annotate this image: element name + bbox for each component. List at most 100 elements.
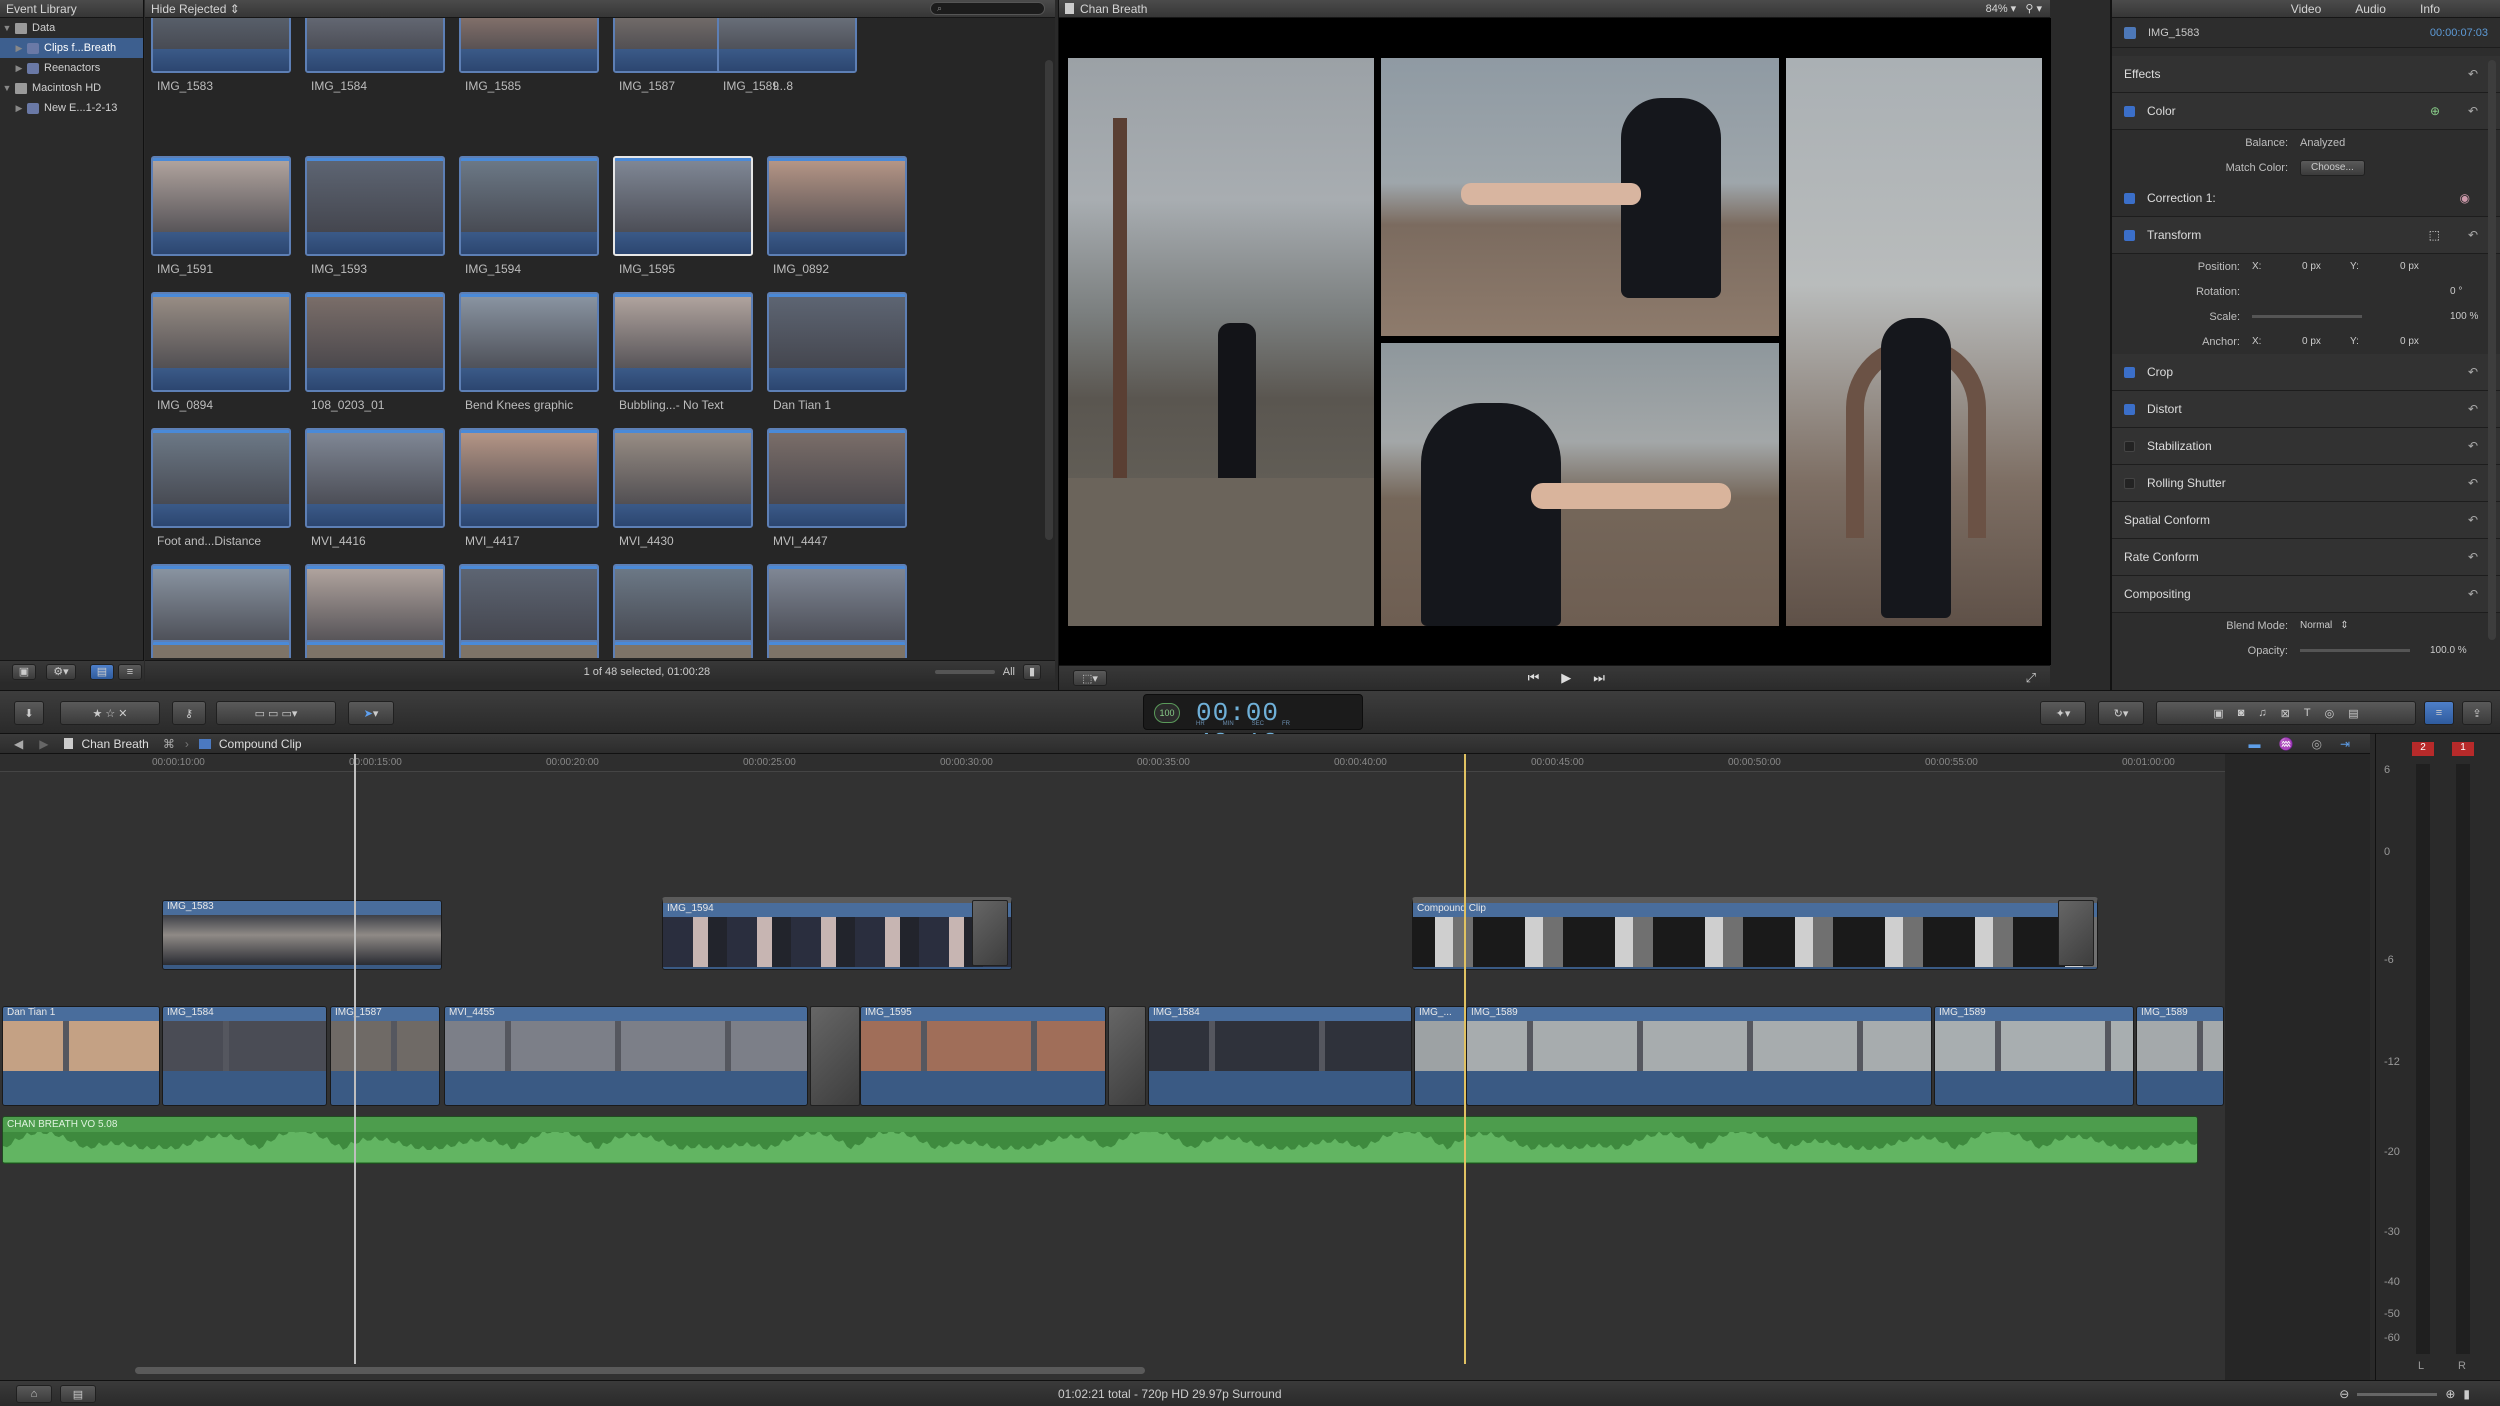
solo-icon[interactable]: ◎	[2311, 737, 2321, 751]
clip-thumbnail[interactable]: IMG_1591	[151, 156, 291, 276]
reset-icon[interactable]: ↶	[2468, 104, 2478, 118]
fullscreen-button[interactable]: ⤢	[2026, 670, 2036, 686]
event-item[interactable]: ▼ Macintosh HD	[0, 78, 143, 98]
timeline-clip[interactable]: IMG_1584	[1148, 1006, 1412, 1106]
clip-thumbnail[interactable]: IMG_1589	[717, 18, 857, 93]
color-wheel-icon[interactable]: ◉	[2460, 191, 2470, 205]
timeline-clip[interactable]: IMG_1589	[2136, 1006, 2224, 1106]
transform-tools-button[interactable]: ⬚▾	[1073, 670, 1107, 686]
keyword-button[interactable]: ⚷	[172, 701, 206, 725]
compositing-section[interactable]: Compositing ↶	[2112, 576, 2500, 613]
playhead[interactable]	[354, 754, 356, 1364]
edit-buttons[interactable]: ▭ ▭ ▭▾	[216, 701, 336, 725]
clip-thumbnail[interactable]: MVI_4430	[613, 428, 753, 548]
color-checkbox[interactable]	[2124, 105, 2135, 117]
select-tool-button[interactable]: ➤ ▾	[348, 701, 394, 725]
transitions-icon[interactable]: ⊠	[2281, 707, 2290, 720]
clip-thumbnail[interactable]: Dan Tian 1	[767, 292, 907, 412]
timeline-scrollbar[interactable]	[135, 1367, 1145, 1374]
timeline-clip[interactable]: IMG_1595	[860, 1006, 1106, 1106]
disclosure-triangle-icon[interactable]: ▼	[2, 23, 12, 33]
transition[interactable]	[1108, 1006, 1146, 1106]
clip-thumbnail[interactable]: 108_0203_01	[305, 292, 445, 412]
clip-thumbnail[interactable]: MVI_4416	[305, 428, 445, 548]
rolling-shutter-section[interactable]: Rolling Shutter ↶	[2112, 465, 2500, 502]
disclosure-triangle-icon[interactable]: ▶	[14, 43, 24, 54]
view-options-icon[interactable]: ⚲	[2025, 3, 2033, 15]
timeline-clip[interactable]: IMG_1587	[330, 1006, 440, 1106]
position-x-field[interactable]: 0 px	[2302, 261, 2350, 272]
search-field[interactable]: ⌕	[930, 2, 1045, 15]
timeline-clip[interactable]: IMG_...	[1414, 1006, 1466, 1106]
stabilization-checkbox[interactable]	[2124, 440, 2135, 452]
inspector-icon[interactable]: ▣	[2213, 707, 2223, 720]
anchor-x-field[interactable]: 0 px	[2302, 336, 2350, 347]
clip-size-slider[interactable]	[934, 669, 995, 674]
import-media-button[interactable]: ⬇	[14, 701, 44, 725]
correction-checkbox[interactable]	[2124, 192, 2135, 204]
event-item[interactable]: ▶ New E...1-2-13	[0, 98, 143, 118]
clip-thumbnail[interactable]: IMG_1583	[151, 18, 291, 93]
titles-icon[interactable]: T	[2304, 707, 2311, 719]
breadcrumb-project[interactable]: Chan Breath	[81, 737, 148, 751]
transition[interactable]	[2058, 900, 2094, 966]
reset-icon[interactable]: ↶	[2468, 513, 2478, 527]
event-item[interactable]: ▶ Reenactors	[0, 58, 143, 78]
disclosure-triangle-icon[interactable]: ▼	[2, 83, 12, 93]
zoom-slider[interactable]	[2357, 1392, 2438, 1396]
clip-thumbnail[interactable]	[459, 640, 599, 658]
match-color-checkbox[interactable]	[2124, 163, 2134, 173]
music-icon[interactable]: ♫	[2258, 707, 2266, 719]
rate-conform-section[interactable]: Rate Conform ↶	[2112, 539, 2500, 576]
clip-thumbnail[interactable]: IMG_1595	[613, 156, 753, 276]
breadcrumb-compound-clip[interactable]: Compound Clip	[219, 737, 302, 751]
timeline-clip[interactable]: IMG_1589	[1934, 1006, 2134, 1106]
scale-slider[interactable]	[2252, 315, 2362, 318]
opacity-slider[interactable]	[2300, 649, 2410, 652]
clip-thumbnail[interactable]	[151, 640, 291, 658]
themes-icon[interactable]: ▤	[2348, 707, 2358, 720]
correction-row[interactable]: Correction 1: ◉	[2112, 180, 2500, 217]
timeline-ruler[interactable]: 00:00:10:00 00:00:15:00 00:00:20:00 00:00:2…	[0, 754, 2225, 772]
enhancements-button[interactable]: ✦▾	[2040, 701, 2086, 725]
duration-popup[interactable]: All	[1003, 666, 1015, 678]
effects-toggle-button[interactable]: ⌂	[16, 1385, 52, 1403]
timeline-index-button[interactable]: ▤	[60, 1385, 96, 1403]
clip-thumbnail[interactable]: IMG_0892	[767, 156, 907, 276]
inspector-toggle-button[interactable]: ≡	[2424, 701, 2454, 725]
action-menu-button[interactable]: ⚙▾	[46, 663, 76, 680]
timeline-clip[interactable]: Dan Tian 1	[2, 1006, 160, 1106]
distort-section[interactable]: Distort ↶	[2112, 391, 2500, 428]
connected-clip[interactable]: IMG_1594	[662, 897, 1012, 970]
audio-clip[interactable]: CHAN BREATH VO 5.08	[2, 1116, 2198, 1164]
disclosure-triangle-icon[interactable]: ▶	[14, 103, 24, 114]
timeline-clip[interactable]: IMG_1589	[1466, 1006, 1932, 1106]
connected-clip[interactable]: Compound Clip	[1412, 897, 2098, 970]
tab-audio[interactable]: Audio	[2355, 2, 2386, 16]
crop-section[interactable]: Crop ↶	[2112, 354, 2500, 391]
background-tasks-indicator[interactable]: 100	[1154, 703, 1180, 723]
camera-icon[interactable]: ◙	[2238, 707, 2245, 719]
reset-icon[interactable]: ↶	[2468, 365, 2478, 379]
timeline-clip[interactable]: MVI_4455	[444, 1006, 808, 1106]
clip-appearance-icon[interactable]: ▬	[2249, 737, 2261, 751]
snapping-icon[interactable]: ⇥	[2340, 737, 2350, 751]
clip-thumbnail[interactable]: MVI_4447	[767, 428, 907, 548]
filmstrip-view-button[interactable]: ▤	[90, 663, 114, 680]
timeline-clip[interactable]: IMG_1584	[162, 1006, 327, 1106]
retime-button[interactable]: ↻▾	[2098, 701, 2144, 725]
share-button[interactable]: ⇪	[2462, 701, 2492, 725]
distort-checkbox[interactable]	[2124, 403, 2135, 415]
transform-onscreen-icon[interactable]: ⬚	[2429, 228, 2440, 242]
zoom-out-icon[interactable]: ⊖	[2339, 1387, 2349, 1401]
clip-thumbnail[interactable]: Bend Knees graphic	[459, 292, 599, 412]
back-arrow-icon[interactable]: ◀	[14, 737, 23, 751]
clip-thumbnail[interactable]	[305, 640, 445, 658]
stabilization-section[interactable]: Stabilization ↶	[2112, 428, 2500, 465]
tab-video[interactable]: Video	[2291, 2, 2321, 16]
tab-info[interactable]: Info	[2420, 2, 2440, 16]
dashboard-timecode[interactable]: 100 00:00 43.13 HR MIN SEC FR	[1143, 694, 1363, 758]
effects-section[interactable]: Effects ↶	[2112, 56, 2500, 93]
blend-mode-popup[interactable]: Normal	[2300, 620, 2332, 631]
clip-thumbnail[interactable]	[767, 640, 907, 658]
